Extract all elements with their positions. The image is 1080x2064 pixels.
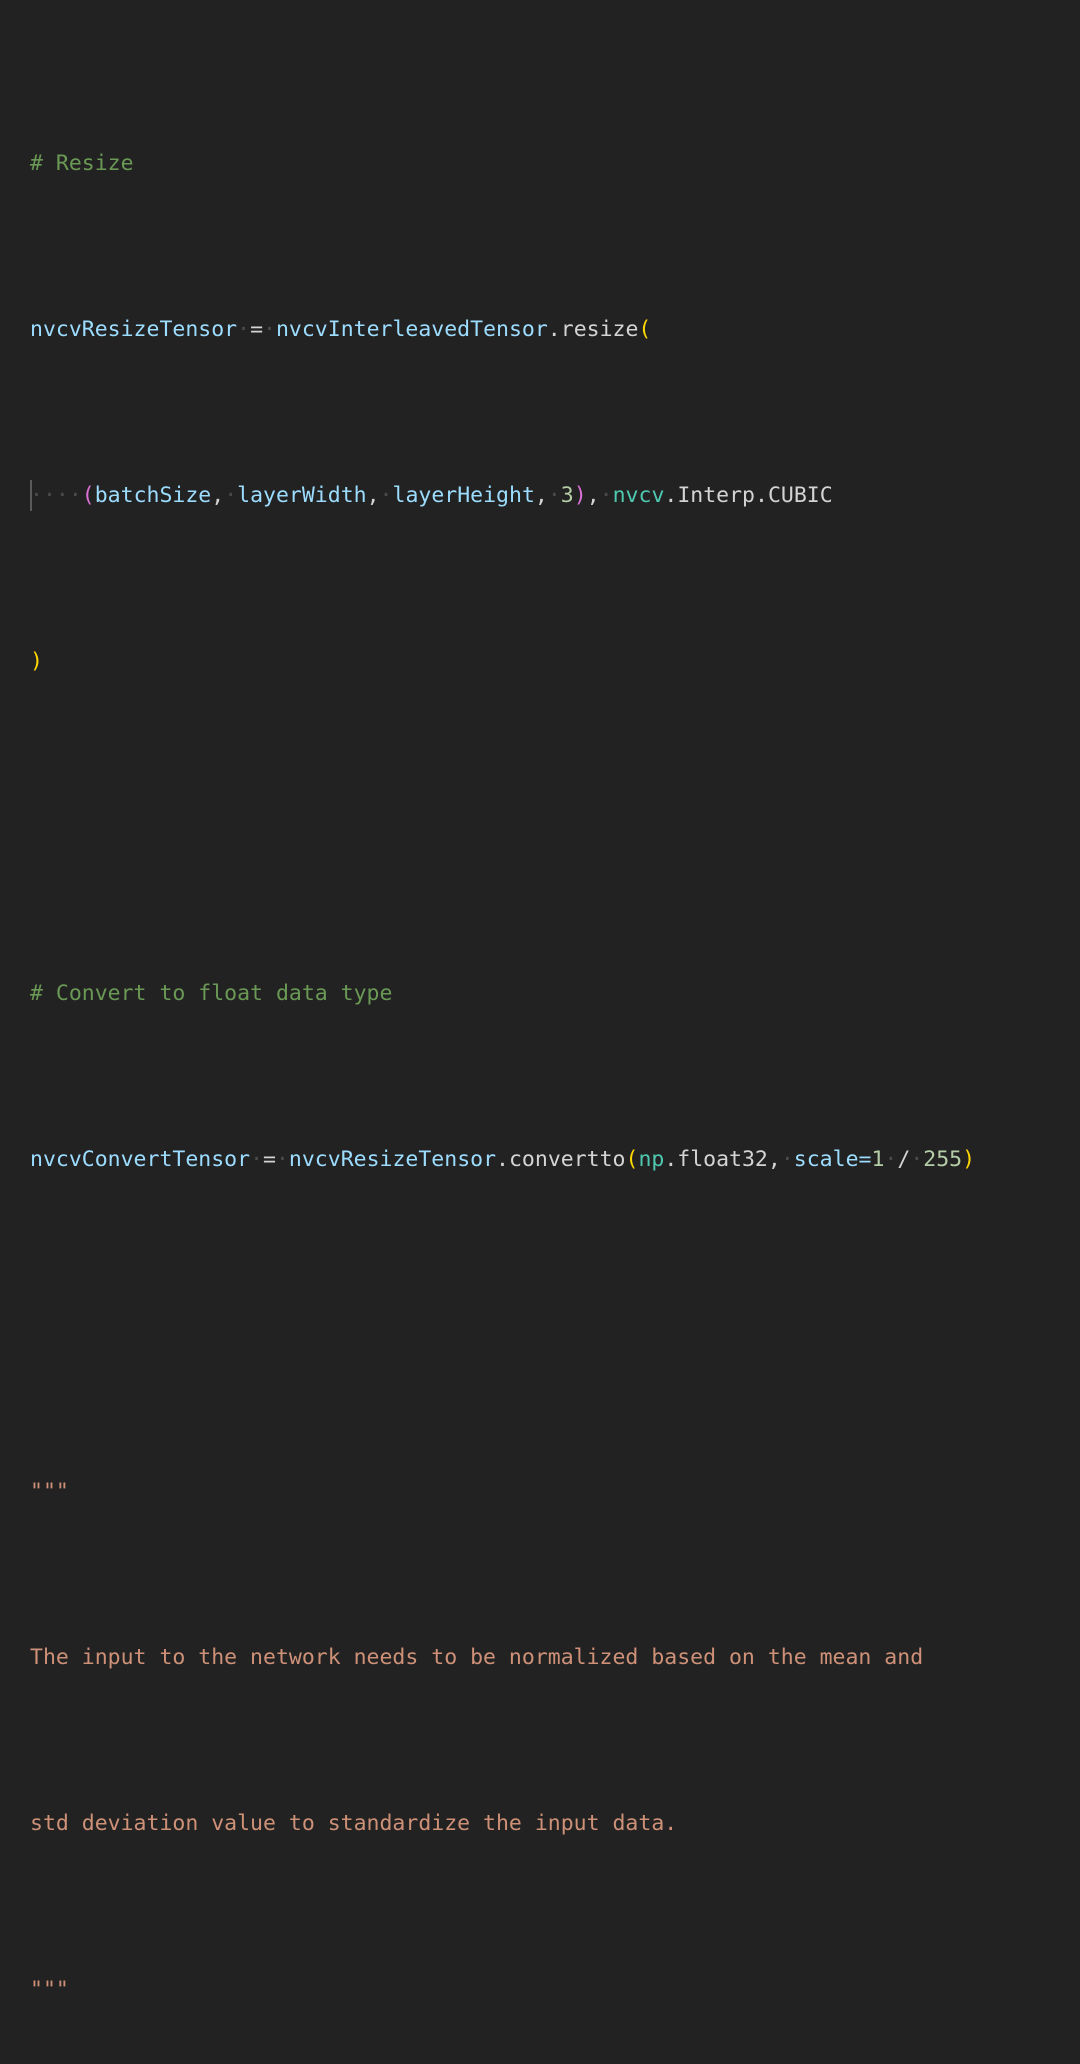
- variable-token: layerWidth: [237, 482, 367, 508]
- operator-token: =: [263, 1146, 276, 1172]
- variable-token: nvcvResizeTensor: [288, 1146, 497, 1172]
- space-dot: ·: [547, 482, 561, 508]
- attribute-token: .float32: [664, 1146, 768, 1172]
- module-token: nvcv: [612, 482, 665, 508]
- comma-token: ,: [767, 1146, 781, 1172]
- attribute-token: .Interp.CUBIC: [664, 482, 833, 508]
- module-token: np: [638, 1146, 665, 1172]
- operator-token: =: [250, 316, 264, 342]
- code-line-blank[interactable]: [0, 1309, 1080, 1342]
- code-line[interactable]: nvcvConvertTensor·=·nvcvResizeTensor.con…: [0, 1143, 1080, 1176]
- bracket-token: (: [81, 482, 95, 508]
- number-token: 3: [560, 482, 574, 508]
- variable-token: batchSize: [94, 482, 212, 508]
- method-token: convertto: [508, 1146, 626, 1172]
- code-line[interactable]: The input to the network needs to be nor…: [0, 1641, 1080, 1674]
- bracket-token: (: [625, 1146, 639, 1172]
- code-line[interactable]: ····(batchSize,·layerWidth,·layerHeight,…: [0, 479, 1080, 512]
- space-dot: ·: [275, 1146, 289, 1172]
- variable-token: nvcvConvertTensor: [30, 1146, 251, 1172]
- comment-token: # Resize: [30, 150, 134, 176]
- code-line[interactable]: nvcvResizeTensor·=·nvcvInterleavedTensor…: [0, 313, 1080, 346]
- dot-token: .: [547, 316, 561, 342]
- space-dot: ·: [379, 482, 393, 508]
- code-line-blank[interactable]: [0, 811, 1080, 844]
- variable-token: nvcvResizeTensor: [30, 316, 238, 342]
- space-dot: ·: [263, 316, 276, 342]
- operator-token: /: [897, 1146, 911, 1172]
- comma-token: ,: [211, 482, 225, 508]
- space-dot: ·: [237, 316, 251, 342]
- keyword-arg-token: scale=: [793, 1146, 872, 1172]
- code-line[interactable]: ): [0, 645, 1080, 678]
- comma-token: ,: [366, 482, 380, 508]
- number-token: 1: [871, 1146, 885, 1172]
- code-editor-viewport[interactable]: # Resize nvcvResizeTensor·=·nvcvInterlea…: [0, 0, 1080, 2002]
- number-token: 255: [923, 1146, 963, 1172]
- comma-token: ,: [586, 482, 600, 508]
- bracket-token: ): [962, 1146, 976, 1172]
- space-dot: ·: [224, 482, 238, 508]
- space-dot: ·: [884, 1146, 898, 1172]
- bracket-token: ): [30, 648, 43, 674]
- dot-token: .: [496, 1146, 509, 1172]
- docstring-delimiter: """: [30, 1478, 69, 1504]
- code-line[interactable]: """: [0, 1475, 1080, 1508]
- space-dot: ·: [250, 1146, 264, 1172]
- docstring-text: std deviation value to standardize the i…: [30, 1810, 678, 1836]
- docstring-delimiter: """: [30, 1976, 69, 2002]
- docstring-text: The input to the network needs to be nor…: [30, 1644, 924, 1670]
- variable-token: nvcvInterleavedTensor: [275, 316, 548, 342]
- indent-dots: ····: [30, 482, 82, 508]
- code-line[interactable]: # Convert to float data type: [0, 977, 1080, 1010]
- code-content[interactable]: # Resize nvcvResizeTensor·=·nvcvInterlea…: [0, 14, 1080, 2064]
- variable-token: layerHeight: [392, 482, 535, 508]
- bracket-token: ): [573, 482, 587, 508]
- code-line[interactable]: """: [0, 1973, 1080, 2006]
- bracket-token: (: [638, 316, 652, 342]
- method-token: resize: [560, 316, 639, 342]
- space-dot: ·: [599, 482, 613, 508]
- space-dot: ·: [780, 1146, 794, 1172]
- comment-token: # Convert to float data type: [30, 980, 393, 1006]
- comma-token: ,: [534, 482, 548, 508]
- space-dot: ·: [910, 1146, 924, 1172]
- code-line[interactable]: # Resize: [0, 147, 1080, 180]
- code-line[interactable]: std deviation value to standardize the i…: [0, 1807, 1080, 1840]
